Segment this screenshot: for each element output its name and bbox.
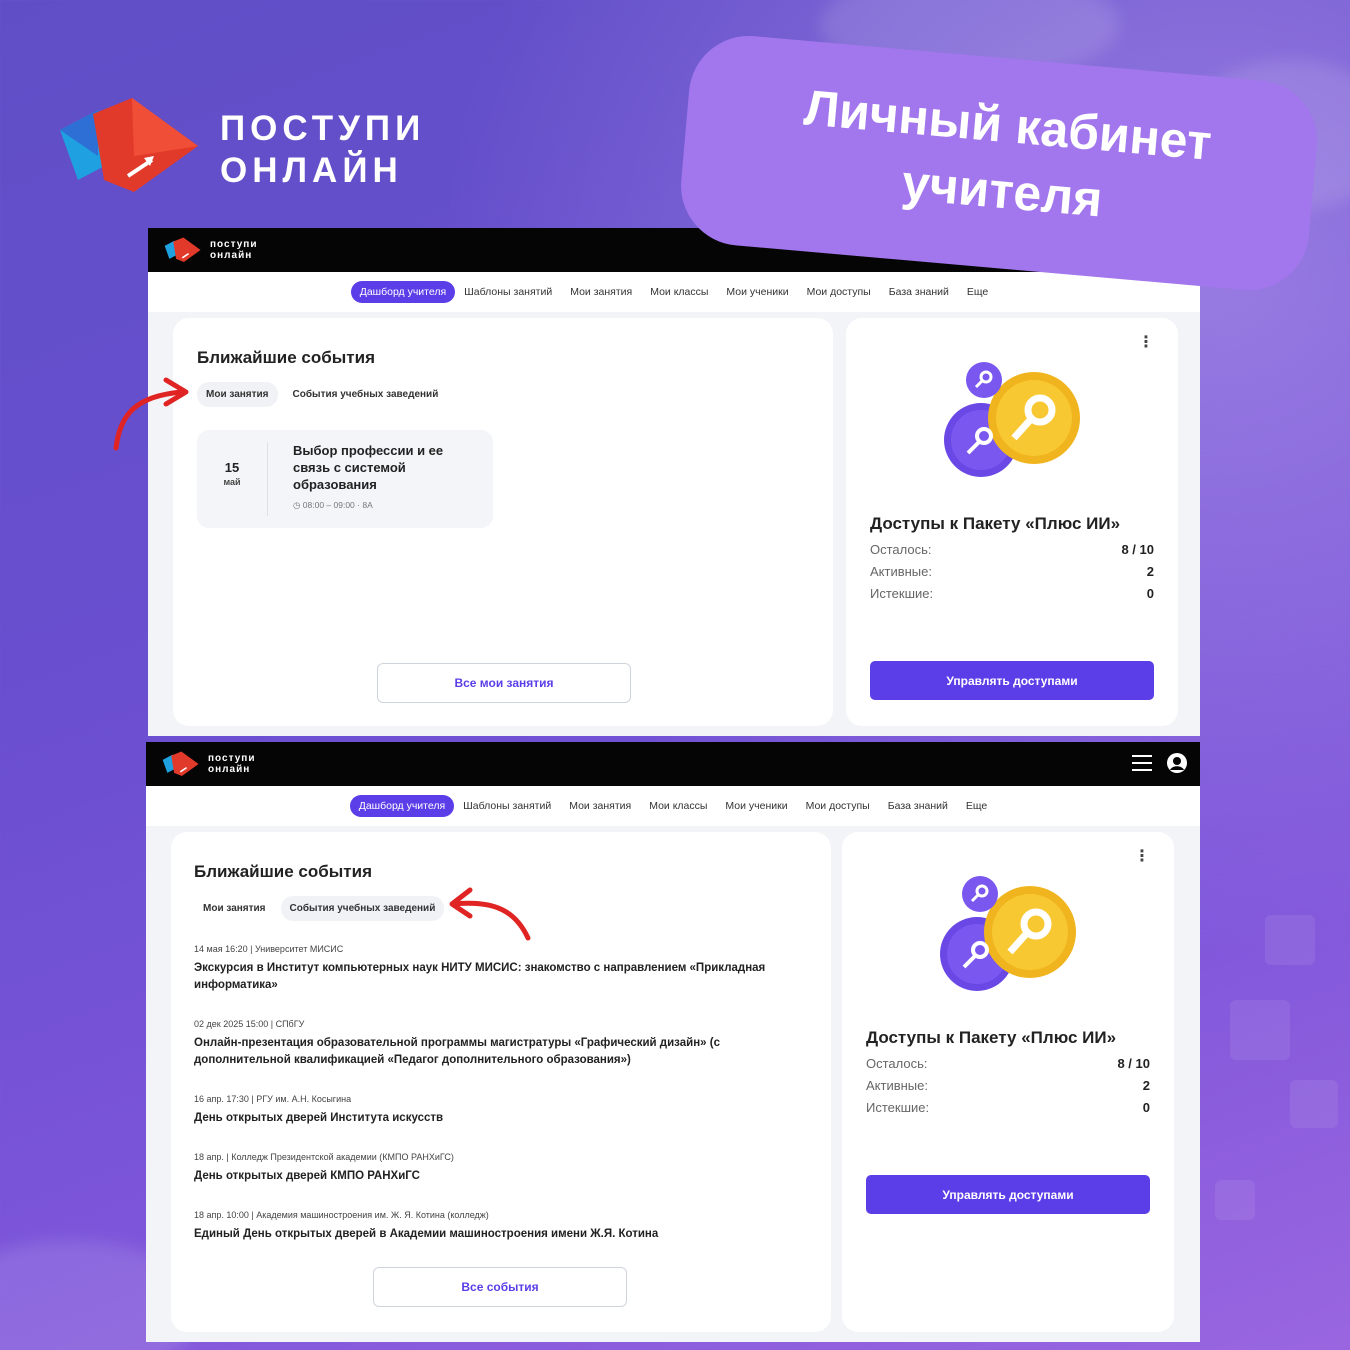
access-row: Истекшие: 0 bbox=[866, 1100, 1150, 1115]
events-card: Ближайшие события Мои занятия События уч… bbox=[173, 318, 833, 726]
bg-square bbox=[1290, 1080, 1338, 1128]
mini-brand-name: поступи онлайн bbox=[208, 753, 256, 775]
key-badge-icon bbox=[944, 362, 1080, 477]
list-item[interactable]: 18 апр. | Колледж Президентской академии… bbox=[194, 1152, 794, 1210]
list-item[interactable]: 16 апр. 17:30 | РГУ им. А.Н. Косыгина Де… bbox=[194, 1094, 794, 1152]
manage-access-button[interactable]: Управлять доступами bbox=[870, 661, 1154, 700]
tab-templates[interactable]: Шаблоны занятий bbox=[455, 281, 561, 303]
tab-my-lessons[interactable]: Мои занятия bbox=[194, 896, 275, 921]
access-card: ⋮ Доступы к Пакету «Плюс ИИ» Осталось: 8 … bbox=[842, 832, 1174, 1332]
lesson-time: ◷ 08:00 – 09:00 · 8А bbox=[293, 500, 373, 510]
tab-my-students[interactable]: Мои ученики bbox=[717, 281, 797, 303]
bg-square bbox=[1215, 1180, 1255, 1220]
menu-icon[interactable] bbox=[1132, 754, 1152, 772]
tab-institution-events[interactable]: События учебных заведений bbox=[284, 382, 448, 407]
brand-logo: ПОСТУПИ ОНЛАЙН bbox=[58, 96, 458, 196]
events-title: Ближайшие события bbox=[194, 862, 372, 881]
arrow-icon bbox=[449, 887, 531, 941]
nav-tabs: Дашборд учителя Шаблоны занятий Мои заня… bbox=[148, 272, 1200, 312]
divider bbox=[267, 442, 268, 516]
tab-dashboard[interactable]: Дашборд учителя bbox=[350, 281, 456, 303]
tab-my-lessons[interactable]: Мои занятия bbox=[560, 795, 640, 817]
logo-icon[interactable] bbox=[164, 237, 202, 263]
screenshot-2: поступи онлайн Дашборд учителя Шаблоны з… bbox=[146, 742, 1200, 1342]
user-icon[interactable] bbox=[1166, 752, 1188, 774]
events-tabs: Мои занятия События учебных заведений bbox=[194, 896, 445, 921]
tab-my-classes[interactable]: Мои классы bbox=[641, 281, 717, 303]
bg-square bbox=[1230, 1000, 1290, 1060]
tab-knowledge-base[interactable]: База знаний bbox=[879, 795, 957, 817]
events-title: Ближайшие события bbox=[197, 348, 375, 367]
access-row: Активные: 2 bbox=[866, 1078, 1150, 1093]
tab-my-students[interactable]: Мои ученики bbox=[716, 795, 796, 817]
topbar-actions bbox=[1132, 752, 1188, 774]
tab-my-classes[interactable]: Мои классы bbox=[640, 795, 716, 817]
tab-more[interactable]: Еще bbox=[957, 795, 996, 817]
access-row: Активные: 2 bbox=[870, 564, 1154, 579]
lesson-card[interactable]: 15 май Выбор профессии и ее связь с систе… bbox=[197, 430, 493, 528]
tab-institution-events[interactable]: События учебных заведений bbox=[280, 896, 445, 921]
tab-my-access[interactable]: Мои доступы bbox=[798, 281, 880, 303]
top-bar: поступи онлайн bbox=[146, 742, 1200, 786]
access-title: Доступы к Пакету «Плюс ИИ» bbox=[866, 1028, 1117, 1047]
tab-knowledge-base[interactable]: База знаний bbox=[880, 281, 958, 303]
all-lessons-button[interactable]: Все мои занятия bbox=[377, 663, 631, 703]
tab-my-access[interactable]: Мои доступы bbox=[797, 795, 879, 817]
institution-events-list: 14 мая 16:20 | Университет МИСИС Экскурс… bbox=[194, 944, 794, 1250]
access-title: Доступы к Пакету «Плюс ИИ» bbox=[870, 514, 1121, 533]
arrow-icon bbox=[113, 377, 189, 451]
list-item[interactable]: 02 дек 2025 15:00 | СПбГУ Онлайн-презент… bbox=[194, 1019, 794, 1094]
bg-square bbox=[1265, 915, 1315, 965]
mini-brand-name: поступи онлайн bbox=[210, 239, 258, 261]
kebab-icon[interactable]: ⋮ bbox=[1134, 846, 1150, 866]
tab-dashboard[interactable]: Дашборд учителя bbox=[349, 795, 455, 817]
access-row: Истекшие: 0 bbox=[870, 586, 1154, 601]
screenshot-1: поступи онлайн Дашборд учителя Шаблоны з… bbox=[148, 228, 1200, 736]
access-row: Осталось: 8 / 10 bbox=[870, 542, 1154, 557]
nav-tabs: Дашборд учителя Шаблоны занятий Мои заня… bbox=[146, 786, 1200, 826]
tab-more[interactable]: Еще bbox=[958, 281, 997, 303]
tab-my-lessons[interactable]: Мои занятия bbox=[561, 281, 641, 303]
tab-my-lessons[interactable]: Мои занятия bbox=[197, 382, 278, 407]
events-tabs: Мои занятия События учебных заведений bbox=[197, 382, 447, 407]
lesson-title: Выбор профессии и ее связь с системой об… bbox=[293, 443, 444, 492]
clock-icon: ◷ bbox=[293, 500, 301, 510]
logo-icon[interactable] bbox=[162, 751, 200, 777]
all-events-button[interactable]: Все события bbox=[373, 1267, 627, 1307]
list-item[interactable]: 14 мая 16:20 | Университет МИСИС Экскурс… bbox=[194, 944, 794, 1019]
logo-icon bbox=[60, 98, 198, 192]
manage-access-button[interactable]: Управлять доступами bbox=[866, 1175, 1150, 1214]
lesson-date: 15 май bbox=[223, 460, 241, 487]
access-card: ⋮ Доступы к Пакету «Плюс ИИ» Осталось: 8 … bbox=[846, 318, 1178, 726]
key-badge-icon bbox=[940, 876, 1076, 991]
tab-templates[interactable]: Шаблоны занятий bbox=[454, 795, 560, 817]
list-item[interactable]: 18 апр. 10:00 | Академия машиностроения … bbox=[194, 1210, 794, 1250]
brand-name: ПОСТУПИ ОНЛАЙН bbox=[220, 109, 426, 190]
kebab-icon[interactable]: ⋮ bbox=[1138, 332, 1154, 352]
access-row: Осталось: 8 / 10 bbox=[866, 1056, 1150, 1071]
